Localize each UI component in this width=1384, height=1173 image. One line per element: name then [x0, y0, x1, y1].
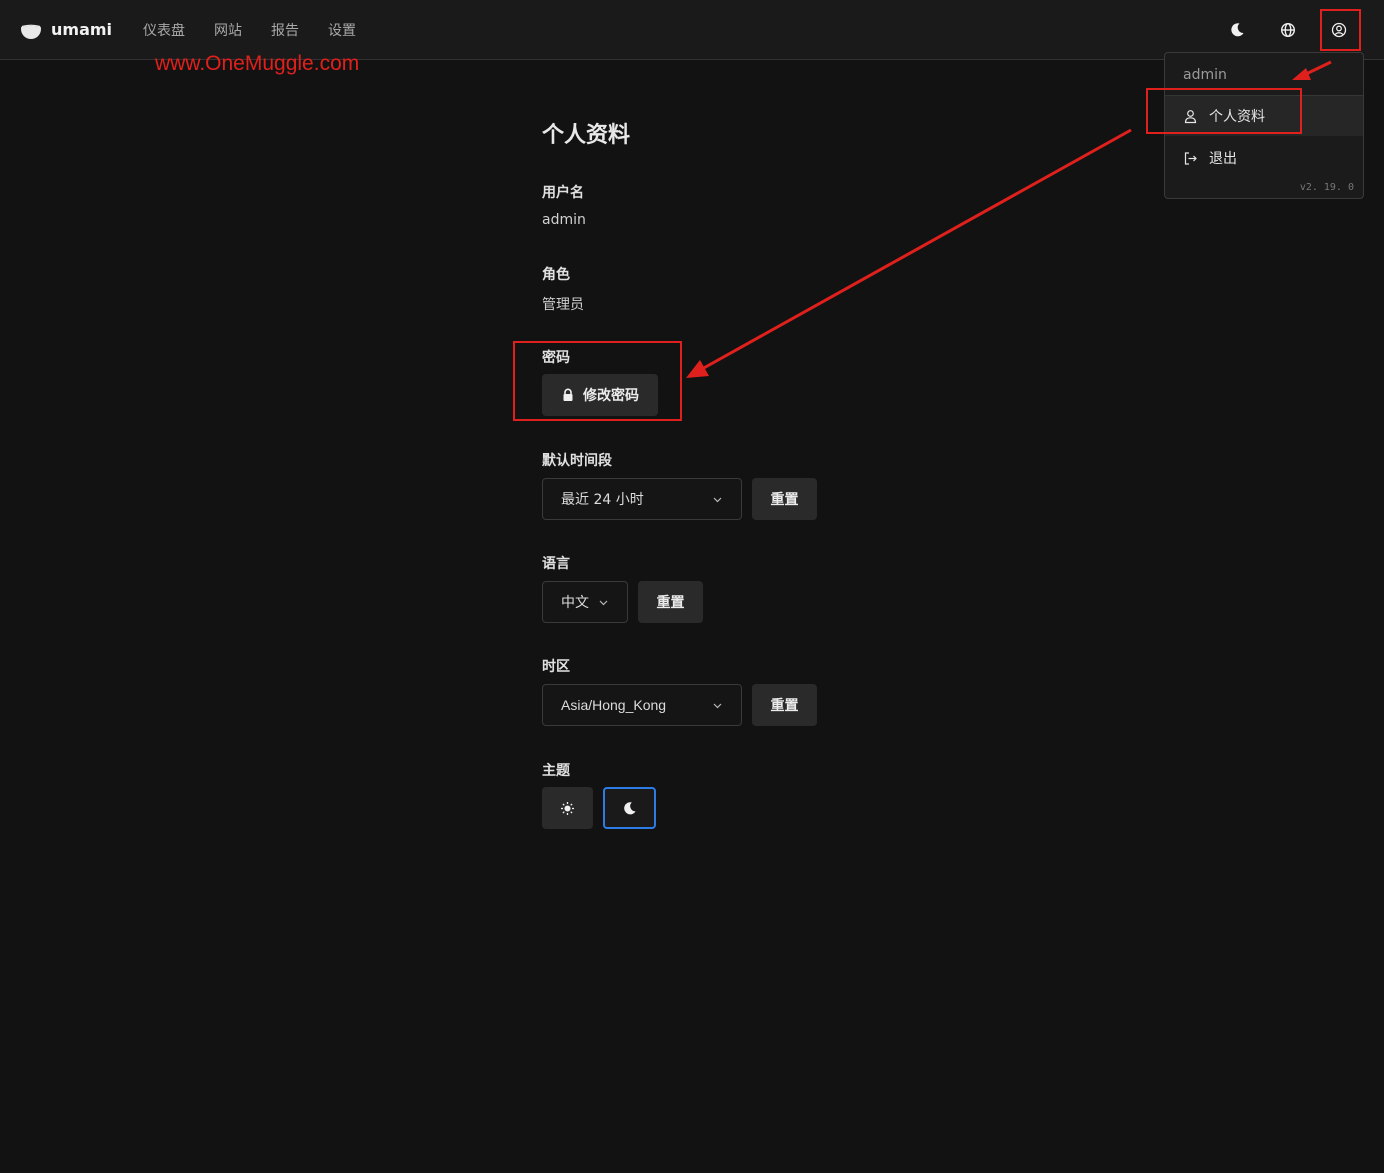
theme-toggle-button[interactable]	[1222, 15, 1252, 45]
nav-websites[interactable]: 网站	[214, 20, 242, 40]
annotation-box-user-button	[1320, 9, 1361, 51]
annotation-box-password	[513, 341, 682, 421]
theme-label: 主题	[542, 763, 570, 779]
logo-text: umami	[51, 19, 113, 39]
dropdown-username: admin	[1183, 67, 1227, 83]
language-button[interactable]	[1273, 15, 1303, 45]
role-label: 角色	[542, 267, 570, 283]
language-select[interactable]: 中文	[542, 581, 628, 623]
chevron-down-icon	[599, 600, 608, 606]
watermark: www.OneMuggle.com	[155, 52, 360, 75]
chevron-down-icon	[713, 497, 722, 503]
arrow-to-password-line	[701, 128, 1132, 371]
version-label: v2. 19. 0	[1299, 182, 1354, 193]
logo[interactable]: umami	[20, 18, 112, 40]
menu-item-logout-label: 退出	[1209, 151, 1237, 167]
language-value: 中文	[561, 595, 589, 611]
top-navigation-bar: umami 仪表盘 网站 报告 设置	[0, 0, 1384, 60]
menu-item-logout[interactable]: 退出	[1165, 138, 1363, 178]
date-range-value: 最近 24 小时	[561, 492, 644, 508]
arrow-to-password-head	[686, 360, 709, 378]
reset-language-button[interactable]: 重置	[638, 581, 703, 623]
language-label: 语言	[542, 556, 570, 572]
moon-icon	[1231, 23, 1244, 37]
light-theme-button[interactable]	[542, 787, 593, 829]
timezone-value: Asia/Hong_Kong	[561, 697, 667, 713]
sun-icon	[561, 801, 574, 815]
nav-settings[interactable]: 设置	[328, 20, 356, 40]
chevron-down-icon	[713, 703, 722, 709]
page-title: 个人资料	[542, 123, 631, 148]
umami-logo-icon	[21, 19, 41, 39]
timezone-select[interactable]: Asia/Hong_Kong	[542, 684, 742, 726]
username-value: admin	[542, 212, 586, 228]
timezone-label: 时区	[542, 659, 570, 675]
moon-icon	[624, 801, 636, 814]
nav-dashboard[interactable]: 仪表盘	[143, 20, 185, 40]
date-range-label: 默认时间段	[542, 453, 612, 469]
reset-timezone-button[interactable]: 重置	[752, 684, 817, 726]
annotation-box-profile-item	[1146, 88, 1302, 134]
reset-date-range-button[interactable]: 重置	[752, 478, 817, 520]
globe-icon	[1280, 22, 1296, 38]
main-nav: 仪表盘 网站 报告 设置	[143, 20, 385, 40]
dark-theme-button[interactable]	[603, 787, 656, 829]
date-range-select[interactable]: 最近 24 小时	[542, 478, 742, 520]
role-value: 管理员	[542, 297, 584, 313]
nav-reports[interactable]: 报告	[271, 20, 299, 40]
username-label: 用户名	[542, 185, 584, 201]
logout-icon	[1184, 151, 1197, 165]
